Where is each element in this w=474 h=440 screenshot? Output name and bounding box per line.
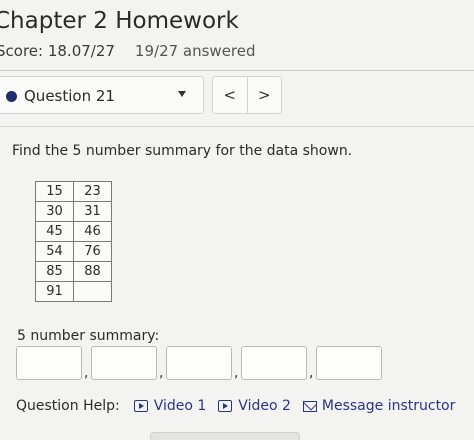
mail-icon [302, 400, 317, 412]
table-cell [73, 281, 112, 302]
score-text: Score: 18.07/27 [0, 42, 115, 60]
table-row: 85 88 [35, 261, 112, 282]
prev-question-button[interactable]: < [213, 77, 247, 113]
table-cell: 23 [73, 181, 112, 202]
table-cell: 30 [35, 201, 74, 222]
table-cell: 76 [73, 241, 112, 262]
chevron-down-icon [178, 91, 186, 97]
answer-input-q1[interactable] [91, 346, 157, 380]
video-1-label: Video 1 [153, 398, 207, 414]
table-cell: 15 [35, 181, 74, 202]
next-question-button[interactable]: > [246, 77, 282, 113]
homework-title: Chapter 2 Homework [0, 8, 239, 34]
bottom-button-edge[interactable] [150, 432, 300, 440]
table-row: 91 [35, 281, 112, 302]
video-play-icon [218, 400, 233, 412]
question-nav-group: < > [212, 76, 282, 114]
table-row: 45 46 [35, 221, 112, 242]
video-play-icon [133, 400, 148, 412]
message-instructor-label: Message instructor [321, 398, 456, 414]
video-2-link[interactable]: Video 2 [218, 398, 291, 414]
table-cell: 54 [35, 241, 74, 262]
homework-page: Chapter 2 Homework Score: 18.07/27 19/27 … [0, 0, 474, 440]
table-cell: 31 [73, 201, 112, 222]
table-cell: 88 [73, 261, 112, 282]
table-row: 15 23 [35, 181, 112, 202]
table-cell: 91 [35, 281, 74, 302]
header-divider [0, 70, 474, 71]
question-status-dot-icon [6, 91, 17, 102]
video-1-link[interactable]: Video 1 [133, 398, 207, 414]
question-dropdown-label: Question 21 [24, 87, 115, 105]
separator-comma: , [159, 365, 164, 381]
table-cell: 46 [73, 221, 112, 242]
question-help-label: Question Help: [16, 398, 120, 414]
separator-comma: , [309, 365, 314, 381]
table-row: 54 76 [35, 241, 112, 262]
answer-input-max[interactable] [316, 346, 382, 380]
score-line: Score: 18.07/27 19/27 answered [0, 42, 256, 60]
five-number-summary-label: 5 number summary: [17, 328, 160, 344]
table-row: 30 31 [35, 201, 112, 222]
table-cell: 85 [35, 261, 74, 282]
answer-input-min[interactable] [16, 346, 82, 380]
answered-count: 19/27 answered [134, 42, 256, 60]
separator-comma: , [84, 365, 89, 381]
table-cell: 45 [35, 221, 74, 242]
answer-input-median[interactable] [166, 346, 232, 380]
video-2-label: Video 2 [238, 398, 291, 414]
separator-comma: , [234, 365, 239, 381]
question-prompt: Find the 5 number summary for the data s… [12, 143, 353, 159]
message-instructor-link[interactable]: Message instructor [302, 398, 456, 414]
data-table: 15 23 30 31 45 46 54 76 85 88 91 [35, 181, 112, 302]
question-divider [0, 126, 474, 127]
question-help-row: Question Help: Video 1 Video 2 Message i… [16, 398, 467, 414]
question-dropdown[interactable]: Question 21 [0, 76, 204, 114]
answer-row: , , , , [16, 344, 382, 380]
answer-input-q3[interactable] [241, 346, 307, 380]
